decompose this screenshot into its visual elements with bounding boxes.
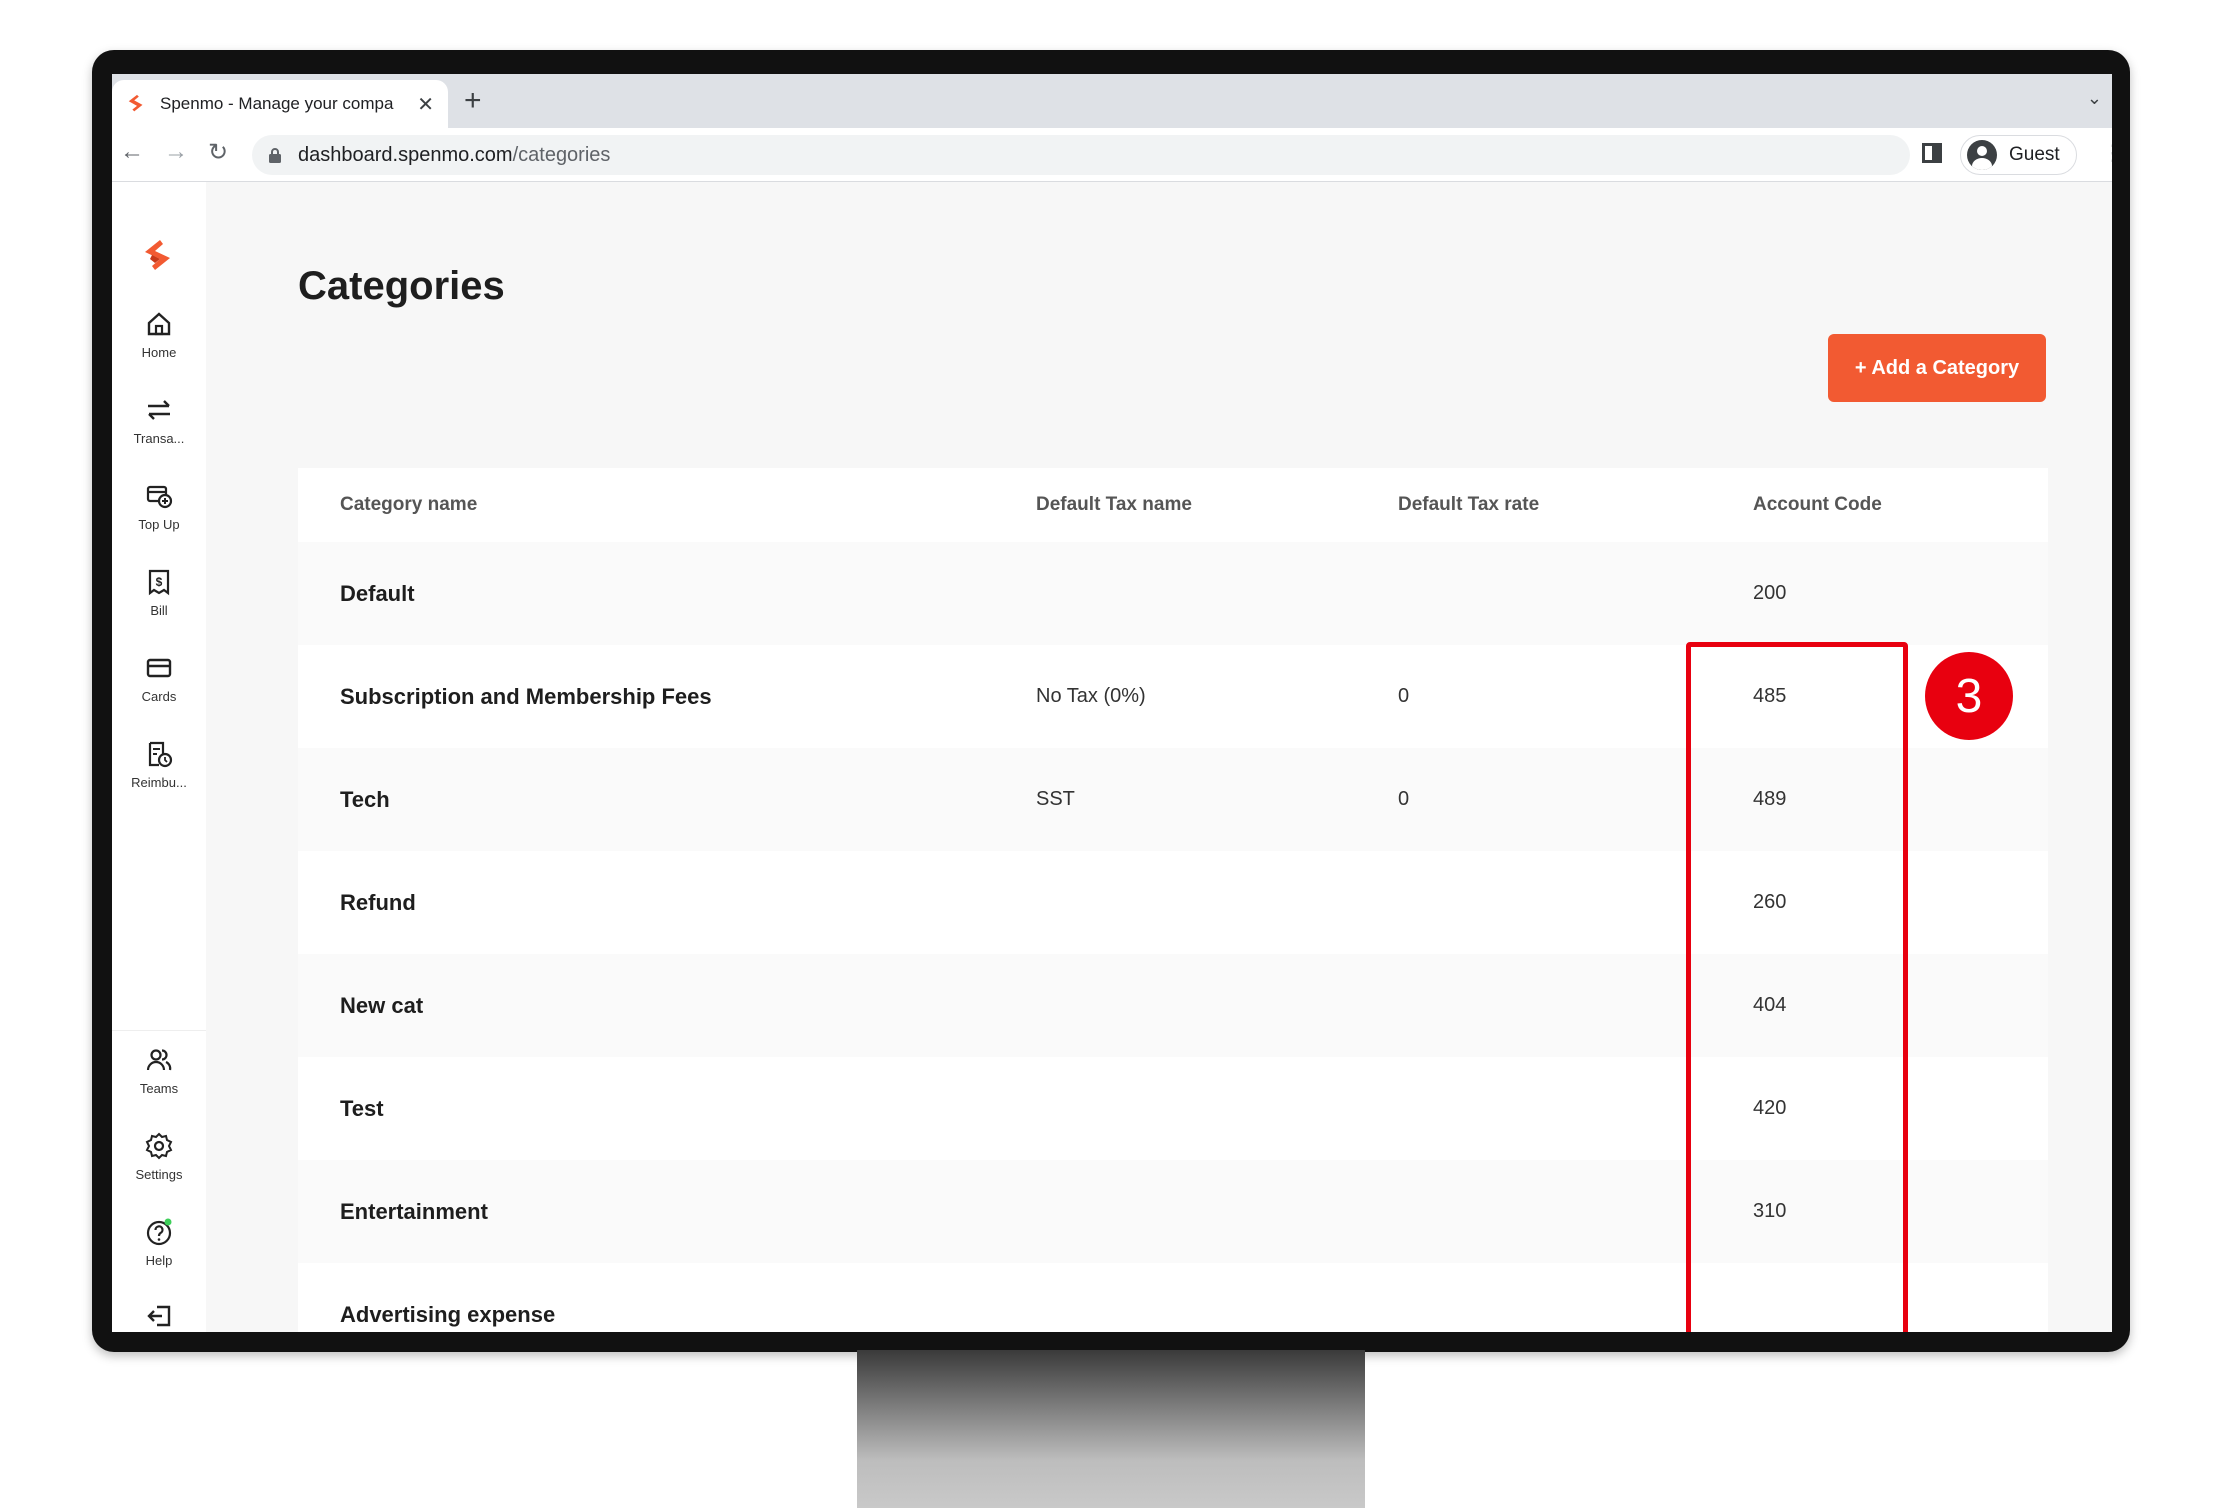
tab-title: Spenmo - Manage your compa bbox=[160, 94, 394, 113]
column-header-account-code[interactable]: Account Code bbox=[1753, 494, 1882, 516]
category-name-cell: Subscription and Membership Fees bbox=[340, 683, 712, 709]
sidebar-item-label: Help bbox=[145, 1253, 173, 1268]
reload-icon[interactable]: ↻ bbox=[208, 138, 228, 167]
sidebar-item-bill[interactable]: $ Bill bbox=[112, 568, 206, 620]
sidebar-item-label: Top Up bbox=[138, 517, 180, 532]
reimbursement-icon bbox=[148, 741, 173, 768]
settings-icon bbox=[145, 1132, 173, 1160]
svg-text:$: $ bbox=[156, 575, 163, 589]
sidebar-item-label: Settings bbox=[135, 1167, 183, 1182]
add-category-button[interactable]: + Add a Category bbox=[1828, 334, 2046, 402]
tab-search-icon[interactable]: ⌄ bbox=[2087, 88, 2102, 109]
transactions-icon bbox=[148, 400, 170, 420]
tax-name-cell: No Tax (0%) bbox=[1036, 685, 1146, 707]
sidebar-item-help[interactable]: Help bbox=[112, 1218, 206, 1270]
tax-rate-cell: 0 bbox=[1398, 788, 1410, 810]
monitor-stand bbox=[857, 1350, 1365, 1508]
profile-button[interactable]: Guest bbox=[1960, 135, 2077, 175]
column-header-tax-rate[interactable]: Default Tax rate bbox=[1398, 494, 1539, 516]
table-header: Category name Default Tax name Default T… bbox=[298, 468, 2048, 542]
new-tab-button[interactable]: + bbox=[464, 84, 482, 118]
account-code-highlight-box bbox=[1686, 642, 1908, 1332]
sidebar-item-label: Teams bbox=[139, 1081, 179, 1096]
category-name-cell: Refund bbox=[340, 889, 416, 915]
browser-tab[interactable]: Spenmo - Manage your compa ✕ bbox=[112, 80, 448, 128]
browser-window: Spenmo - Manage your compa ✕ + ⌄ ← → ↻ d… bbox=[112, 74, 2112, 1332]
back-icon[interactable]: ← bbox=[120, 138, 144, 166]
close-tab-icon[interactable]: ✕ bbox=[417, 92, 434, 117]
logout-icon bbox=[147, 1305, 171, 1327]
forward-icon[interactable]: → bbox=[164, 138, 188, 166]
profile-name: Guest bbox=[2009, 144, 2060, 165]
category-name-cell: Tech bbox=[340, 786, 390, 812]
card-icon bbox=[146, 658, 172, 678]
sidebar-item-topup[interactable]: Top Up bbox=[112, 482, 206, 534]
sidebar-item-label: Cards bbox=[141, 689, 177, 704]
sidebar-item-reimbursement[interactable]: Reimbu... bbox=[112, 740, 206, 792]
account-code-cell: 200 bbox=[1753, 582, 1787, 604]
sidebar-item-transactions[interactable]: Transa... bbox=[112, 396, 206, 448]
tax-name-cell: SST bbox=[1036, 788, 1075, 810]
address-bar[interactable]: dashboard.spenmo.com/categories bbox=[252, 135, 1910, 175]
page-title: Categories bbox=[298, 264, 505, 308]
tab-strip: Spenmo - Manage your compa ✕ + ⌄ bbox=[112, 74, 2112, 128]
url-host: dashboard.spenmo.com bbox=[298, 143, 513, 166]
sidebar-item-teams[interactable]: Teams bbox=[112, 1046, 206, 1098]
help-icon bbox=[146, 1218, 172, 1246]
sidebar-divider bbox=[112, 1030, 206, 1031]
column-header-tax-name[interactable]: Default Tax name bbox=[1036, 494, 1192, 516]
sidebar-item-label: Home bbox=[141, 345, 177, 360]
tax-rate-cell: 0 bbox=[1398, 685, 1410, 707]
bill-icon: $ bbox=[148, 569, 170, 596]
sidebar: Home Transa... Top Up $ Bill Cards Reimb… bbox=[112, 182, 206, 1332]
category-name-cell: Advertising expense bbox=[340, 1301, 556, 1327]
avatar bbox=[1967, 140, 1997, 170]
sidebar-item-label: Bill bbox=[150, 603, 168, 618]
sidebar-item-settings[interactable]: Settings bbox=[112, 1132, 206, 1184]
home-icon bbox=[147, 312, 171, 336]
sidebar-item-home[interactable]: Home bbox=[112, 310, 206, 362]
more-menu-icon[interactable]: ⋮ bbox=[2102, 140, 2112, 166]
category-name-cell: New cat bbox=[340, 992, 424, 1018]
sidebar-item-logout[interactable] bbox=[112, 1302, 206, 1332]
side-panel-icon[interactable] bbox=[1922, 143, 1942, 163]
spenmo-app: Home Transa... Top Up $ Bill Cards Reimb… bbox=[112, 182, 2112, 1332]
topup-icon bbox=[146, 485, 173, 509]
sidebar-item-label: Reimbu... bbox=[131, 775, 187, 790]
table-row[interactable]: Default 200 bbox=[298, 542, 2048, 645]
url-path: /categories bbox=[512, 143, 611, 166]
teams-icon bbox=[146, 1049, 172, 1071]
spenmo-logo-icon[interactable] bbox=[140, 238, 176, 274]
sidebar-item-label: Transa... bbox=[133, 431, 185, 446]
spenmo-logo-icon bbox=[128, 94, 143, 112]
column-header-category-name[interactable]: Category name bbox=[340, 494, 477, 516]
category-name-cell: Entertainment bbox=[340, 1198, 488, 1224]
category-name-cell: Test bbox=[340, 1095, 384, 1121]
browser-toolbar: ← → ↻ dashboard.spenmo.com/categories Gu… bbox=[112, 128, 2112, 182]
category-name-cell: Default bbox=[340, 580, 415, 606]
step-badge: 3 bbox=[1925, 652, 2013, 740]
sidebar-item-cards[interactable]: Cards bbox=[112, 654, 206, 706]
lock-icon bbox=[269, 148, 281, 163]
